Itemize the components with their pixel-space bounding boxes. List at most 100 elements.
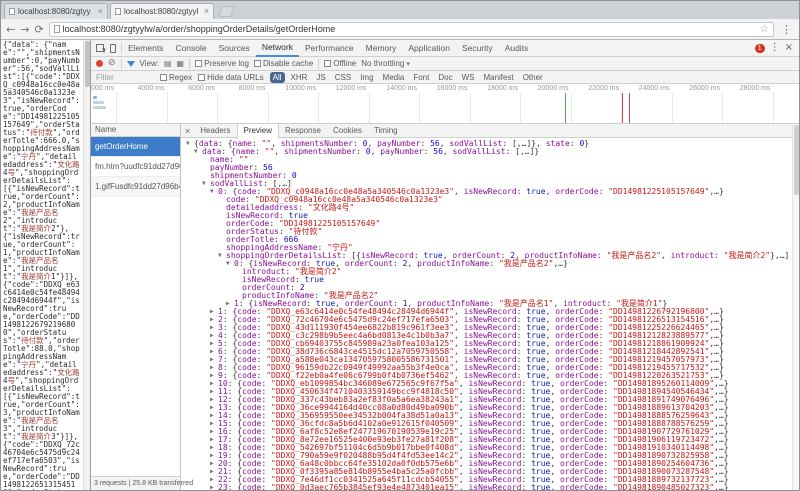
type-filter-js[interactable]: JS bbox=[313, 72, 328, 83]
checkbox-icon[interactable] bbox=[254, 60, 261, 67]
disable-cache-checkbox[interactable]: Disable cache bbox=[254, 59, 313, 68]
type-filter-other[interactable]: Other bbox=[520, 72, 546, 83]
collapse-arrow-icon[interactable]: ▼ bbox=[202, 180, 210, 188]
expand-arrow-icon[interactable]: ▶ bbox=[210, 468, 218, 476]
expand-arrow-icon[interactable]: ▶ bbox=[210, 428, 218, 436]
checkbox-icon[interactable] bbox=[195, 60, 202, 67]
device-toolbar-icon[interactable] bbox=[110, 44, 116, 53]
checkbox-icon[interactable] bbox=[198, 74, 205, 81]
network-controls: ⊘ View: ▤ ▦ Preserve log Disable cache O… bbox=[91, 57, 799, 71]
devtools-tab-elements[interactable]: Elements bbox=[122, 40, 169, 57]
expand-arrow-icon[interactable]: ▶ bbox=[210, 436, 218, 444]
expand-arrow-icon[interactable]: ▶ bbox=[210, 444, 218, 452]
type-filter-xhr[interactable]: XHR bbox=[288, 72, 311, 83]
type-filter-img[interactable]: Img bbox=[357, 72, 376, 83]
filter-input[interactable]: Filter bbox=[96, 73, 154, 82]
address-bar[interactable]: localhost:8080/zgtyylw/a/order/shoppingO… bbox=[49, 22, 774, 37]
expand-arrow-icon[interactable]: ▶ bbox=[210, 452, 218, 460]
list-view-icon[interactable]: ▤ bbox=[164, 60, 172, 68]
expand-arrow-icon[interactable]: ▶ bbox=[210, 340, 218, 348]
url-text[interactable]: localhost:8080/zgtyylw/a/order/shoppingO… bbox=[63, 24, 757, 34]
expand-arrow-icon[interactable]: ▶ bbox=[210, 364, 218, 372]
detail-tab-response[interactable]: Response bbox=[279, 124, 327, 138]
expand-arrow-icon[interactable]: ▶ bbox=[210, 412, 218, 420]
collapse-arrow-icon[interactable]: ▼ bbox=[226, 260, 234, 268]
collapse-arrow-icon[interactable]: ▼ bbox=[210, 188, 218, 196]
filter-icon[interactable] bbox=[127, 61, 135, 67]
request-row[interactable]: getOrderHome bbox=[91, 137, 180, 157]
bookmark-star-icon[interactable]: ☆ bbox=[760, 24, 769, 35]
type-filter-manifest[interactable]: Manifest bbox=[480, 72, 516, 83]
browser-tab[interactable]: localhost:8080/zgtyyl× bbox=[110, 3, 214, 19]
collapse-arrow-icon[interactable]: ▼ bbox=[186, 140, 194, 148]
checkbox-icon[interactable] bbox=[324, 60, 331, 67]
expand-arrow-icon[interactable]: ▶ bbox=[210, 324, 218, 332]
preserve-log-checkbox[interactable]: Preserve log bbox=[195, 59, 249, 68]
devtools-tab-console[interactable]: Console bbox=[169, 40, 212, 57]
devtools-menu-icon[interactable]: ⋮ bbox=[770, 43, 780, 53]
offline-checkbox[interactable]: Offline bbox=[324, 59, 356, 68]
expand-arrow-icon[interactable]: ▶ bbox=[210, 308, 218, 316]
devtools-tab-application[interactable]: Application bbox=[402, 40, 456, 57]
detail-tab-timing[interactable]: Timing bbox=[368, 124, 404, 138]
grid-view-icon[interactable]: ▦ bbox=[177, 60, 185, 68]
expand-arrow-icon[interactable]: ▶ bbox=[210, 372, 218, 380]
close-detail-icon[interactable]: × bbox=[181, 126, 194, 136]
regex-checkbox[interactable]: Regex bbox=[160, 73, 192, 82]
expand-arrow-icon[interactable]: ▶ bbox=[210, 484, 218, 490]
error-count-badge[interactable]: 1 bbox=[755, 44, 765, 53]
expand-arrow-icon[interactable]: ▶ bbox=[210, 420, 218, 428]
devtools-tab-performance[interactable]: Performance bbox=[299, 40, 360, 57]
preview-scrollbar-thumb[interactable] bbox=[794, 125, 799, 195]
devtools-tab-network[interactable]: Network bbox=[256, 40, 299, 57]
throttling-select[interactable]: No throttling▾ bbox=[361, 59, 410, 68]
expand-arrow-icon[interactable]: ▶ bbox=[210, 348, 218, 356]
expand-arrow-icon[interactable]: ▶ bbox=[210, 380, 218, 388]
type-filter-font[interactable]: Font bbox=[410, 72, 432, 83]
expand-arrow-icon[interactable]: ▶ bbox=[210, 396, 218, 404]
type-filter-all[interactable]: All bbox=[270, 72, 285, 83]
expand-arrow-icon[interactable]: ▶ bbox=[210, 316, 218, 324]
request-row[interactable]: 1.gifFusdfc91dd27d96b441b7… bbox=[91, 177, 180, 197]
tab-close-icon[interactable]: × bbox=[204, 7, 209, 16]
requests-name-header[interactable]: Name bbox=[91, 124, 180, 137]
record-button[interactable] bbox=[96, 60, 103, 67]
detail-tab-cookies[interactable]: Cookies bbox=[327, 124, 368, 138]
devtools-tab-security[interactable]: Security bbox=[456, 40, 499, 57]
type-filter-media[interactable]: Media bbox=[380, 72, 408, 83]
tab-close-icon[interactable]: × bbox=[98, 7, 103, 16]
detail-tab-headers[interactable]: Headers bbox=[194, 124, 236, 138]
devtools-tab-memory[interactable]: Memory bbox=[360, 40, 403, 57]
expand-arrow-icon[interactable]: ▶ bbox=[210, 460, 218, 468]
expand-arrow-icon[interactable]: ▶ bbox=[210, 476, 218, 484]
inspect-element-icon[interactable] bbox=[96, 44, 104, 52]
back-icon[interactable]: ← bbox=[6, 24, 15, 35]
collapse-arrow-icon[interactable]: ▼ bbox=[194, 148, 202, 156]
refresh-icon[interactable]: ⟳ bbox=[34, 24, 43, 35]
devtools-tab-sources[interactable]: Sources bbox=[213, 40, 256, 57]
network-overview-timeline[interactable]: 2000 ms4000 ms6000 ms8000 ms10000 ms1200… bbox=[91, 84, 799, 124]
clear-button[interactable]: ⊘ bbox=[108, 59, 116, 68]
type-filter-ws[interactable]: WS bbox=[459, 72, 478, 83]
type-filter-doc[interactable]: Doc bbox=[435, 72, 455, 83]
type-filter-css[interactable]: CSS bbox=[332, 72, 354, 83]
page-scrollbar[interactable] bbox=[83, 40, 90, 490]
page-scrollbar-thumb[interactable] bbox=[85, 41, 90, 87]
browser-tab[interactable]: localhost:8080/zgtyy× bbox=[4, 3, 108, 19]
checkbox-icon[interactable] bbox=[160, 74, 167, 81]
expand-arrow-icon[interactable]: ▶ bbox=[210, 332, 218, 340]
devtools-close-icon[interactable]: × bbox=[785, 43, 793, 53]
timeline-tick-label: 14000 ms bbox=[373, 85, 417, 92]
preview-scrollbar[interactable] bbox=[792, 124, 799, 490]
new-tab-button[interactable] bbox=[218, 6, 235, 17]
hide-data-urls-checkbox[interactable]: Hide data URLs bbox=[198, 73, 263, 82]
forward-icon[interactable]: → bbox=[20, 24, 29, 35]
expand-arrow-icon[interactable]: ▶ bbox=[210, 404, 218, 412]
browser-menu-icon[interactable]: ⋮ bbox=[779, 23, 794, 36]
collapse-arrow-icon[interactable]: ▼ bbox=[218, 252, 226, 260]
request-row[interactable]: fm.htm?uudfc91dd27d96b441… bbox=[91, 157, 180, 177]
expand-arrow-icon[interactable]: ▶ bbox=[210, 388, 218, 396]
devtools-tab-audits[interactable]: Audits bbox=[499, 40, 535, 57]
detail-tab-preview[interactable]: Preview bbox=[237, 124, 279, 139]
expand-arrow-icon[interactable]: ▶ bbox=[210, 356, 218, 364]
